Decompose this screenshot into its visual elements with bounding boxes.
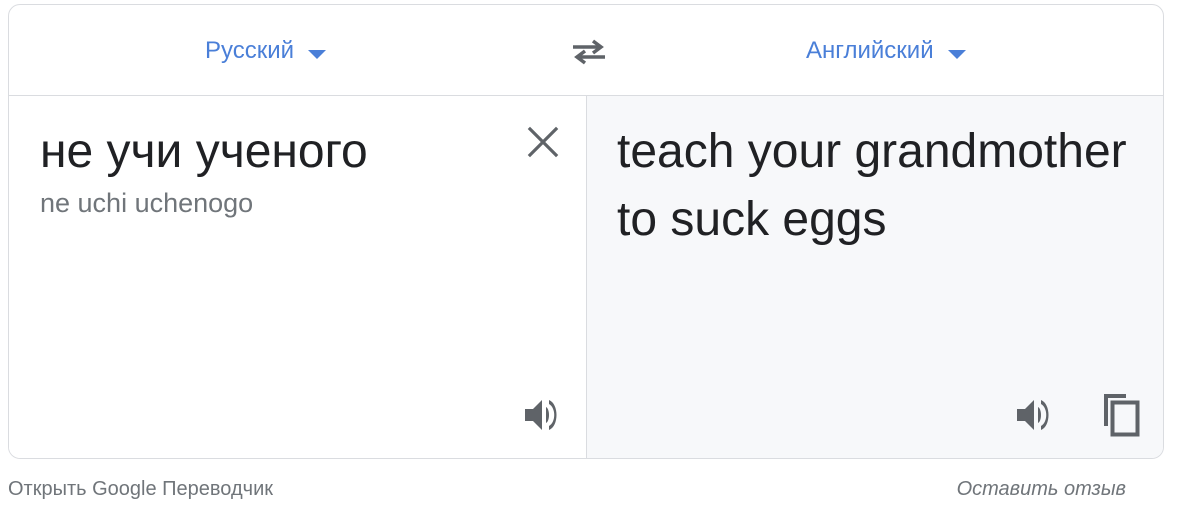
copy-translation-button[interactable] [1099, 393, 1143, 437]
speaker-icon [1017, 400, 1049, 430]
source-language-label: Русский [205, 37, 295, 64]
close-icon [527, 126, 559, 158]
send-feedback-link[interactable]: Оставить отзыв [957, 478, 1126, 501]
transliteration-text: ne uchi uchenogo [40, 188, 254, 218]
clear-source-button[interactable] [525, 124, 561, 160]
swap-icon [573, 39, 605, 65]
listen-translation-button[interactable] [1013, 393, 1057, 437]
swap-languages-button[interactable] [565, 30, 613, 74]
source-pane: не учи ученого ne uchi uchenogo [9, 96, 587, 458]
chevron-down-icon [947, 49, 966, 59]
open-google-translate-link[interactable]: Открыть Google Переводчик [8, 478, 273, 501]
target-language-select[interactable]: Английский [806, 35, 966, 67]
speaker-icon [525, 400, 557, 430]
listen-source-button[interactable] [521, 393, 565, 437]
copy-icon [1104, 394, 1140, 437]
target-language-label: Английский [806, 37, 934, 64]
translation-text: teach your grandmother to suck eggs [617, 125, 1127, 246]
target-pane: teach your grandmother to suck eggs [587, 96, 1163, 458]
chevron-down-icon [308, 49, 327, 59]
language-bar: Русский Английский [9, 5, 1163, 96]
source-text-input[interactable]: не учи ученого [40, 124, 368, 180]
translate-card: Русский Английский не учи ученого ne uch… [8, 4, 1164, 459]
source-language-select[interactable]: Русский [205, 35, 327, 67]
